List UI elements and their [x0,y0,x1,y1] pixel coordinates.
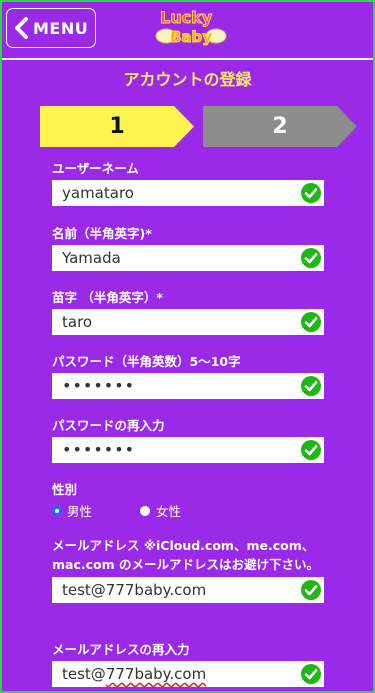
check-circle-icon [300,375,322,397]
step-1-number: 1 [109,114,125,139]
check-circle-icon [300,579,322,601]
page-title: アカウントの登録 [123,70,252,89]
top-bar: MENU Lucky Baby [2,2,373,56]
check-circle-icon [300,439,322,461]
gender-female-radio[interactable] [140,505,151,516]
svg-text:Baby: Baby [170,28,212,46]
check-circle-icon [300,182,322,204]
gender-field-group: 性別 男性 女性 [52,479,324,520]
email-confirm-input[interactable]: test@777baby.com [52,661,324,687]
first-name-field-group: 名前（半角英字)* Yamada [52,223,324,271]
gender-male-label: 男性 [67,504,93,519]
email-confirm-label: メールアドレスの再入力 [52,642,190,657]
last-name-label: 苗字 （半角英字）* [52,290,163,305]
email-confirm-value-prefix: test@ [62,665,106,683]
step-2-number: 2 [272,114,288,139]
check-circle-icon [300,663,322,685]
password-field-group: パスワード（半角英数）5〜10字 ••••••• [52,351,324,399]
gender-female-label: 女性 [156,504,182,519]
menu-button[interactable]: MENU [6,8,96,48]
password-value: ••••••• [62,376,136,395]
check-circle-icon [300,311,322,333]
last-name-field-group: 苗字 （半角英字）* taro [52,287,324,335]
password-confirm-value: ••••••• [62,440,136,459]
step-2: 2 [203,106,357,147]
username-value: yamataro [62,184,134,202]
username-label: ユーザーネーム [52,161,139,176]
header-divider [2,58,373,60]
email-value: test@777baby.com [62,581,207,599]
chevron-left-icon [13,16,29,40]
gender-male-radio[interactable] [52,505,62,516]
password-label: パスワード（半角英数）5〜10字 [52,354,241,369]
svg-text:Lucky: Lucky [160,8,213,27]
username-field-group: ユーザーネーム yamataro [52,158,324,206]
last-name-input[interactable]: taro [52,309,324,335]
first-name-input[interactable]: Yamada [52,245,324,271]
email-confirm-value-suffix: 777baby.com [105,665,207,683]
username-input[interactable]: yamataro [52,180,324,206]
password-confirm-input[interactable]: ••••••• [52,437,324,463]
gender-radio-group: 男性 女性 [52,501,324,520]
check-circle-icon [300,247,322,269]
password-input[interactable]: ••••••• [52,373,324,399]
step-1: 1 [40,106,194,147]
app-frame: MENU Lucky Baby アカウントの登録 1 2 ユーザーネーム yam… [0,0,375,693]
first-name-value: Yamada [62,249,121,267]
last-name-value: taro [62,313,93,331]
email-confirm-field-group: メールアドレスの再入力 test@777baby.com [52,639,324,687]
first-name-label: 名前（半角英字)* [52,226,152,241]
password-confirm-field-group: パスワードの再入力 ••••••• [52,415,324,463]
menu-label: MENU [33,18,89,38]
lucky-baby-logo[interactable]: Lucky Baby [152,6,230,48]
email-label: メールアドレス ※iCloud.com、me.com、mac.com のメールア… [52,538,319,572]
gender-label: 性別 [52,482,78,497]
email-input[interactable]: test@777baby.com [52,577,324,603]
email-field-group: メールアドレス ※iCloud.com、me.com、mac.com のメールア… [52,536,324,603]
password-confirm-label: パスワードの再入力 [52,418,165,433]
